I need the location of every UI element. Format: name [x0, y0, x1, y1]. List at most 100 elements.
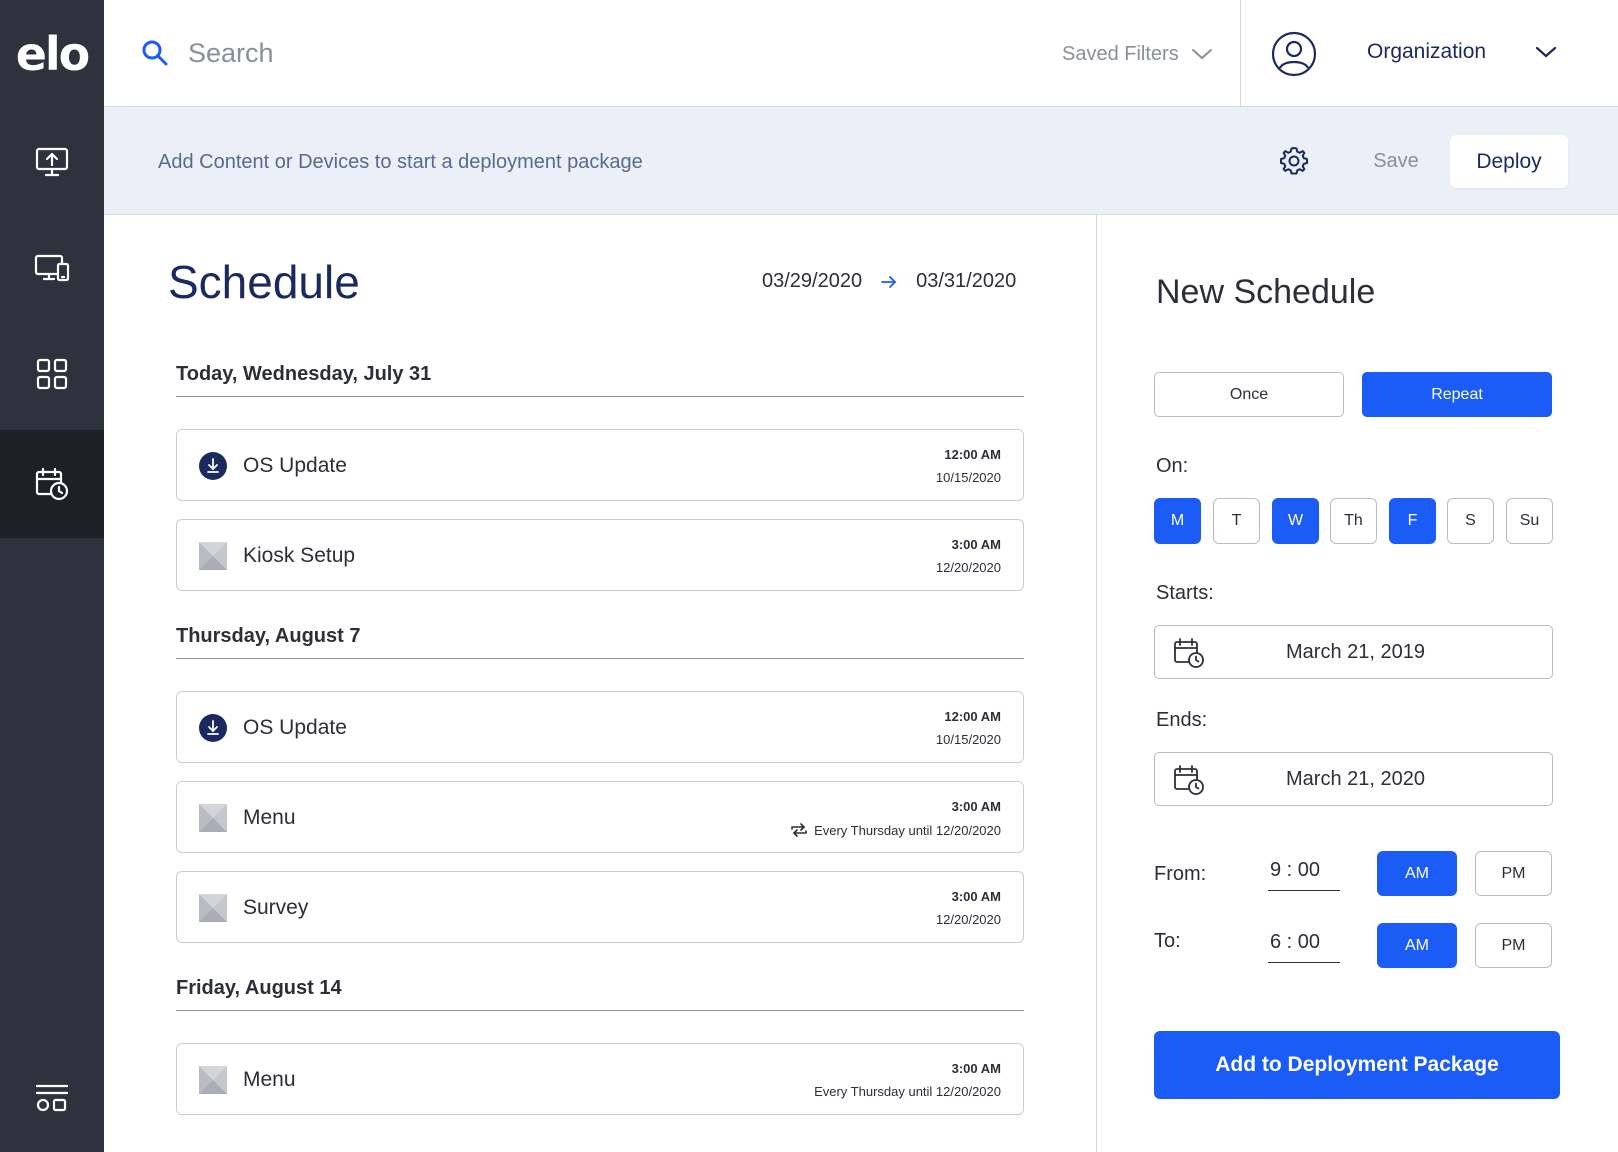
item-date: 12/20/2020	[936, 912, 1001, 927]
schedule-pane: Schedule 03/29/2020 03/31/2020 Today, We…	[104, 215, 1096, 1152]
download-icon	[199, 714, 227, 742]
image-placeholder-icon	[199, 542, 227, 570]
date-range[interactable]: 03/29/2020 03/31/2020	[762, 270, 1016, 293]
end-date-field[interactable]: March 21, 2020	[1154, 752, 1553, 806]
day-header: Today, Wednesday, July 31	[176, 363, 1024, 397]
start-date-field[interactable]: March 21, 2019	[1154, 625, 1553, 679]
sidebar-item-apps[interactable]	[0, 320, 104, 428]
to-label: To:	[1154, 930, 1181, 952]
item-date-text: 10/15/2020	[935, 732, 1001, 747]
saved-filters-dropdown[interactable]: Saved Filters	[1062, 38, 1213, 70]
once-button[interactable]: Once	[1154, 372, 1344, 417]
schedule-item[interactable]: Kiosk Setup 3:00 AM 12/20/2020	[176, 519, 1024, 591]
schedule-item[interactable]: Menu 3:00 AM Every Thursday until 12/20/…	[176, 781, 1024, 853]
organization-label[interactable]: Organization	[1367, 40, 1486, 64]
to-time-input[interactable]	[1268, 923, 1340, 963]
weekday-tuesday[interactable]: T	[1213, 498, 1260, 544]
item-date-text: 12/20/2020	[935, 912, 1001, 927]
devices-icon	[34, 254, 70, 282]
to-pm-button[interactable]: PM	[1475, 923, 1552, 968]
monitor-upload-icon	[35, 147, 69, 177]
item-repeat-text: Every Thursday until 12/20/2020	[814, 822, 1001, 838]
sidebar-item-upload-content[interactable]	[0, 108, 104, 216]
elo-logo[interactable]: elo	[0, 22, 104, 86]
calendar-clock-icon	[35, 467, 69, 501]
deployment-bar: Add Content or Devices to start a deploy…	[104, 107, 1618, 215]
schedule-item[interactable]: OS Update 12:00 AM 10/15/2020	[176, 429, 1024, 501]
start-date-value: March 21, 2019	[1286, 641, 1425, 663]
download-icon	[199, 452, 227, 480]
item-title: Menu	[243, 806, 296, 829]
schedule-item[interactable]: Survey 3:00 AM 12/20/2020	[176, 871, 1024, 943]
item-date: 10/15/2020	[936, 470, 1001, 485]
weekday-sunday[interactable]: Su	[1506, 498, 1553, 544]
arrow-right-icon	[881, 275, 897, 288]
panel-icon	[35, 1084, 69, 1112]
range-start: 03/29/2020	[762, 270, 863, 292]
logo-wordmark: elo	[15, 27, 91, 81]
weekday-saturday[interactable]: S	[1447, 498, 1494, 544]
item-time: 3:00 AM	[951, 537, 1001, 552]
page-title: Schedule	[168, 256, 360, 308]
image-placeholder-icon	[199, 1066, 227, 1094]
from-am-button[interactable]: AM	[1377, 851, 1457, 896]
item-time: 12:00 AM	[944, 447, 1001, 462]
item-title: Survey	[243, 896, 309, 919]
top-bar: Saved Filters Organization	[104, 0, 1618, 107]
deploy-button[interactable]: Deploy	[1450, 135, 1568, 188]
item-date: 10/15/2020	[936, 732, 1001, 747]
item-date: 12/20/2020	[936, 560, 1001, 575]
weekday-monday[interactable]: M	[1154, 498, 1201, 544]
weekday-friday[interactable]: F	[1389, 498, 1436, 544]
starts-label: Starts:	[1156, 582, 1214, 604]
day-header: Thursday, August 7	[176, 625, 1024, 659]
search-input[interactable]	[188, 28, 888, 78]
item-date: Every Thursday until 12/20/2020	[814, 1084, 1001, 1099]
sidebar-item-devices[interactable]	[0, 214, 104, 322]
from-time-input[interactable]	[1268, 851, 1340, 891]
sidebar-item-settings-panel[interactable]	[0, 1044, 104, 1152]
saved-filters-label: Saved Filters	[1062, 42, 1179, 65]
end-date-value: March 21, 2020	[1286, 768, 1425, 790]
item-date-text: 12/20/2020	[935, 560, 1001, 575]
from-pm-button[interactable]: PM	[1475, 851, 1552, 896]
repeat-button[interactable]: Repeat	[1362, 372, 1552, 417]
to-am-button[interactable]: AM	[1377, 923, 1457, 968]
chevron-down-icon	[1191, 49, 1212, 60]
item-date-text: 10/15/2020	[935, 470, 1001, 485]
range-end: 03/31/2020	[916, 270, 1017, 292]
organization-chevron-down-icon[interactable]	[1534, 40, 1558, 64]
image-placeholder-icon	[199, 804, 227, 832]
sidebar: elo	[0, 0, 104, 1152]
weekday-thursday[interactable]: Th	[1330, 498, 1377, 544]
weekday-wednesday[interactable]: W	[1272, 498, 1319, 544]
day-header: Friday, August 14	[176, 977, 1024, 1011]
item-title: Menu	[243, 1068, 296, 1091]
item-time: 3:00 AM	[951, 799, 1001, 814]
item-date-text: Every Thursday until 12/20/2020	[814, 1084, 1001, 1099]
item-title: OS Update	[243, 716, 347, 739]
ends-label: Ends:	[1156, 709, 1208, 731]
avatar[interactable]	[1270, 30, 1318, 78]
add-to-deployment-package-button[interactable]: Add to Deployment Package	[1154, 1031, 1560, 1099]
schedule-item[interactable]: OS Update 12:00 AM 10/15/2020	[176, 691, 1024, 763]
deployment-hint: Add Content or Devices to start a deploy…	[158, 151, 643, 173]
gear-icon[interactable]	[1278, 145, 1310, 177]
grid-icon	[36, 358, 68, 390]
schedule-item[interactable]: Menu 3:00 AM Every Thursday until 12/20/…	[176, 1043, 1024, 1115]
new-schedule-panel: New Schedule Once Repeat On: M T W Th F …	[1097, 215, 1618, 1152]
item-time: 12:00 AM	[944, 709, 1001, 724]
item-time: 3:00 AM	[951, 1061, 1001, 1076]
repeat-icon	[791, 823, 807, 837]
item-title: OS Update	[243, 454, 347, 477]
topbar-divider	[1240, 0, 1241, 107]
save-button[interactable]: Save	[1354, 139, 1438, 183]
sidebar-item-schedule[interactable]	[0, 430, 104, 538]
search-icon[interactable]	[140, 38, 170, 68]
panel-title: New Schedule	[1156, 273, 1376, 311]
item-repeat: Every Thursday until 12/20/2020	[790, 822, 1001, 838]
from-label: From:	[1154, 863, 1207, 885]
image-placeholder-icon	[199, 894, 227, 922]
item-title: Kiosk Setup	[243, 544, 356, 567]
item-time: 3:00 AM	[951, 889, 1001, 904]
